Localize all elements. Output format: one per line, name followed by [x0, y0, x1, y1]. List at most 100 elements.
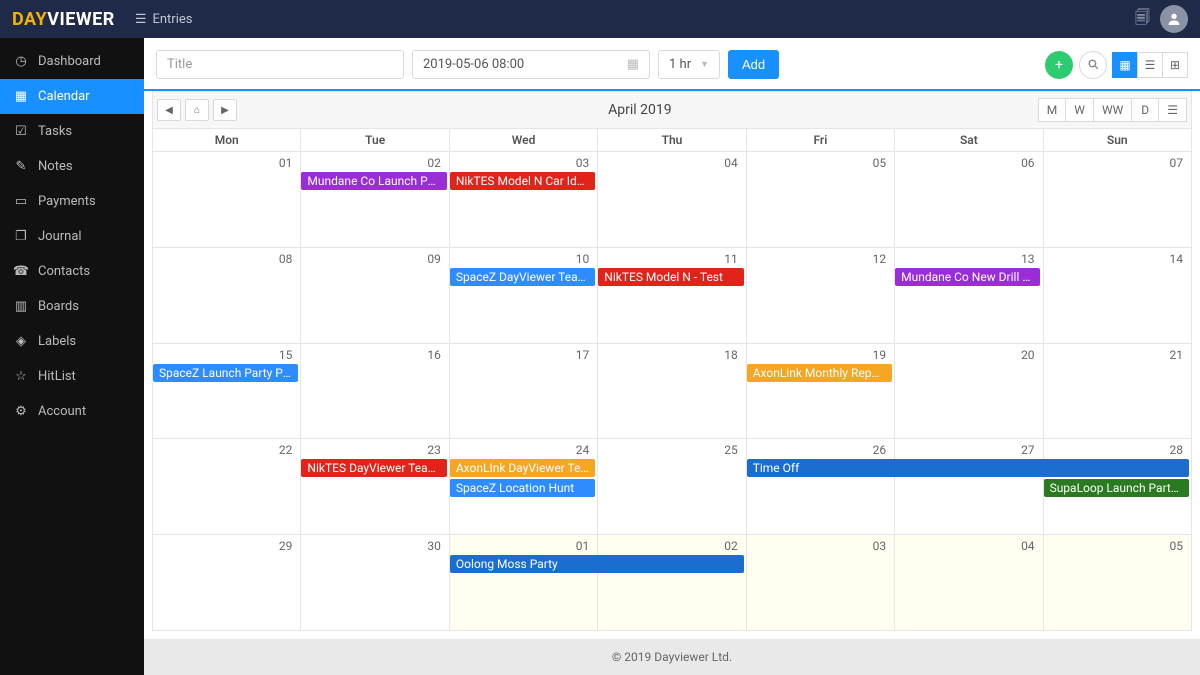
range-list-button[interactable]: ☰	[1158, 98, 1187, 122]
date-number: 20	[1021, 348, 1035, 362]
calendar-cell[interactable]: 05	[747, 152, 895, 248]
new-entry-button[interactable]: +	[1045, 51, 1073, 79]
event[interactable]: SpaceZ Location Hunt	[450, 479, 595, 497]
calendar-cell[interactable]: 07	[1044, 152, 1192, 248]
sidebar-item-label: Notes	[38, 159, 73, 174]
calendar-cell[interactable]: 19	[747, 344, 895, 440]
event[interactable]: SpaceZ Launch Party Paym…	[153, 364, 298, 382]
calendar-cell[interactable]: 08	[153, 248, 301, 344]
next-button[interactable]: ▶	[213, 99, 237, 121]
calendar-cell[interactable]: 23	[301, 439, 449, 535]
search-button[interactable]	[1079, 51, 1107, 79]
calendar-cell[interactable]: 16	[301, 344, 449, 440]
logo-viewer: VIEWER	[47, 9, 115, 30]
date-number: 25	[724, 443, 738, 457]
range-ww-button[interactable]: WW	[1093, 98, 1132, 122]
calendar-cell[interactable]: 14	[1044, 248, 1192, 344]
calendar-cell[interactable]: 30	[301, 535, 449, 631]
calendar-cell[interactable]: 03	[450, 152, 598, 248]
calendar-cell[interactable]: 13	[895, 248, 1043, 344]
prev-button[interactable]: ◀	[157, 99, 181, 121]
event[interactable]: AxonLInk DayViewer Team …	[450, 459, 595, 477]
today-button[interactable]: ⌂	[185, 99, 209, 121]
range-m-button[interactable]: M	[1038, 98, 1066, 122]
calendar-cell[interactable]: 02	[301, 152, 449, 248]
sidebar-item-label: Calendar	[38, 89, 90, 104]
view-calendar-button[interactable]: ▦	[1112, 52, 1138, 78]
calendar-cell[interactable]: 18	[598, 344, 746, 440]
sidebar-item-account[interactable]: ⚙Account	[0, 394, 144, 429]
view-list-button[interactable]: ☰	[1137, 52, 1163, 78]
labels-icon: ◈	[14, 335, 28, 349]
range-d-button[interactable]: D	[1131, 98, 1159, 122]
calendar-cell[interactable]: 01	[450, 535, 598, 631]
calendar-cell[interactable]: 29	[153, 535, 301, 631]
calendar-cell[interactable]: 03	[747, 535, 895, 631]
event[interactable]: SpaceZ DayViewer Team Ro…	[450, 268, 595, 286]
calendar-cell[interactable]: 10	[450, 248, 598, 344]
date-number: 16	[427, 348, 441, 362]
avatar[interactable]	[1160, 5, 1188, 33]
sidebar: ◷Dashboard▦Calendar☑Tasks✎Notes ▭ Payments…	[0, 38, 144, 675]
calendar-cell[interactable]: 12	[747, 248, 895, 344]
calendar-cell[interactable]: 22	[153, 439, 301, 535]
day-header: Sun	[1044, 129, 1192, 152]
sidebar-item-calendar[interactable]: ▦Calendar	[0, 79, 144, 114]
sidebar-item-contacts[interactable]: ☎Contacts	[0, 254, 144, 289]
event[interactable]: Time Off	[747, 459, 1189, 477]
event[interactable]: SupaLoop Launch Party Pa…	[1044, 479, 1189, 497]
calendar-cell[interactable]: 01	[153, 152, 301, 248]
sidebar-item-notes[interactable]: ✎Notes	[0, 149, 144, 184]
event[interactable]: NikTES Model N - Test	[598, 268, 743, 286]
calendar-cell[interactable]: 05	[1044, 535, 1192, 631]
date-number: 23	[427, 443, 441, 457]
calendar-cell[interactable]: 15	[153, 344, 301, 440]
sidebar-item-payments[interactable]: ▭ Payments	[0, 184, 144, 219]
sidebar-item-journal[interactable]: ❐Journal	[0, 219, 144, 254]
sidebar-item-dashboard[interactable]: ◷Dashboard	[0, 44, 144, 79]
sidebar-item-label: Account	[38, 404, 86, 419]
clipboard-icon[interactable]: 🗐	[1135, 7, 1150, 32]
calendar-cell[interactable]: 02	[598, 535, 746, 631]
date-number: 04	[1021, 539, 1035, 553]
event[interactable]: Mundane Co Launch Party …	[301, 172, 446, 190]
sidebar-item-hitlist[interactable]: ☆HitList	[0, 359, 144, 394]
calendar-cell[interactable]: 11	[598, 248, 746, 344]
day-header: Wed	[450, 129, 598, 152]
days-header: MonTueWedThuFriSatSun	[152, 129, 1192, 152]
calendar-cell[interactable]: 09	[301, 248, 449, 344]
sidebar-item-tasks[interactable]: ☑Tasks	[0, 114, 144, 149]
view-grid-button[interactable]: ⊞	[1162, 52, 1188, 78]
event[interactable]: Oolong Moss Party	[450, 555, 744, 573]
add-button[interactable]: Add	[728, 50, 779, 79]
event[interactable]: AxonLink Monthly Report	[747, 364, 892, 382]
calendar-cell[interactable]: 26	[747, 439, 895, 535]
day-header: Sat	[895, 129, 1043, 152]
sidebar-item-boards[interactable]: ▥Boards	[0, 289, 144, 324]
title-input[interactable]: Title	[156, 50, 404, 79]
calendar-grid: 01020304050607Mundane Co Launch Party …N…	[152, 152, 1192, 631]
calendar-cell[interactable]: 27	[895, 439, 1043, 535]
payments-icon: ▭	[14, 195, 28, 209]
date-input[interactable]: 2019-05-06 08:00 ▦	[412, 50, 650, 79]
date-number: 03	[576, 156, 590, 170]
boards-icon: ▥	[14, 300, 28, 314]
event[interactable]: Mundane Co New Drill Bit	[895, 268, 1040, 286]
sidebar-item-label: Payments	[38, 194, 96, 209]
calendar-cell[interactable]: 17	[450, 344, 598, 440]
calendar-cell[interactable]: 20	[895, 344, 1043, 440]
event[interactable]: NikTES DayViewer Team Room	[301, 459, 446, 477]
calendar-cell[interactable]: 21	[1044, 344, 1192, 440]
calendar-cell[interactable]: 06	[895, 152, 1043, 248]
entries-toggle[interactable]: ☰ Entries	[135, 12, 193, 27]
sidebar-item-labels[interactable]: ◈Labels	[0, 324, 144, 359]
event[interactable]: NikTES Model N Car Ideas	[450, 172, 595, 190]
date-number: 10	[576, 252, 590, 266]
duration-select[interactable]: 1 hr ▼	[658, 50, 720, 79]
range-w-button[interactable]: W	[1065, 98, 1094, 122]
logo-day: DAY	[12, 9, 47, 30]
calendar-cell[interactable]: 04	[598, 152, 746, 248]
logo: DAYVIEWER	[12, 9, 115, 30]
calendar-cell[interactable]: 25	[598, 439, 746, 535]
calendar-cell[interactable]: 04	[895, 535, 1043, 631]
